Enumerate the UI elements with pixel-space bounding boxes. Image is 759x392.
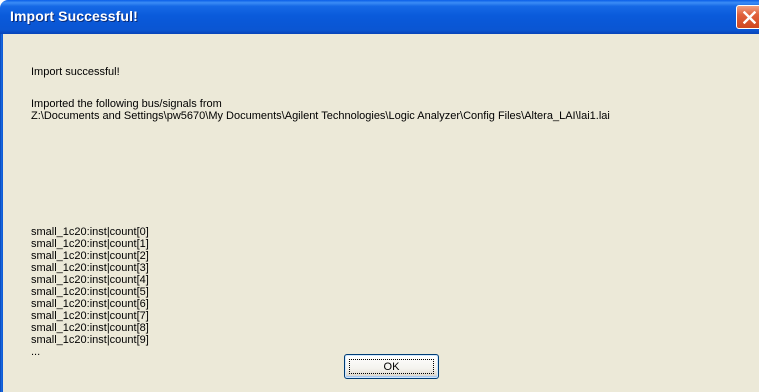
close-icon bbox=[743, 11, 756, 24]
signal-list-item: small_1c20:inst|count[6] bbox=[31, 298, 149, 310]
signal-list-item: small_1c20:inst|count[3] bbox=[31, 262, 149, 274]
signal-list-item: small_1c20:inst|count[4] bbox=[31, 274, 149, 286]
ok-button-label: OK bbox=[349, 359, 434, 374]
signal-list-ellipsis: ... bbox=[31, 346, 41, 358]
title-bar[interactable]: Import Successful! bbox=[0, 0, 759, 34]
signal-list-item: small_1c20:inst|count[7] bbox=[31, 310, 149, 322]
signal-list-item: small_1c20:inst|count[9] bbox=[31, 334, 149, 346]
window-title: Import Successful! bbox=[10, 8, 138, 24]
signal-list-item: small_1c20:inst|count[5] bbox=[31, 286, 149, 298]
signal-list-item: small_1c20:inst|count[2] bbox=[31, 250, 149, 262]
source-file-path: Z:\Documents and Settings\pw5670\My Docu… bbox=[31, 110, 610, 122]
signal-list-item: small_1c20:inst|count[1] bbox=[31, 238, 149, 250]
message-intro: Imported the following bus/signals from bbox=[31, 98, 222, 110]
ok-button[interactable]: OK bbox=[344, 354, 439, 379]
signal-list: small_1c20:inst|count[0] small_1c20:inst|… bbox=[31, 226, 149, 358]
import-successful-dialog: Import Successful! Import successful! Im… bbox=[0, 0, 759, 392]
signal-list-item: small_1c20:inst|count[8] bbox=[31, 322, 149, 334]
close-button[interactable] bbox=[736, 5, 759, 29]
message-heading: Import successful! bbox=[31, 66, 120, 78]
signal-list-item: small_1c20:inst|count[0] bbox=[31, 226, 149, 238]
